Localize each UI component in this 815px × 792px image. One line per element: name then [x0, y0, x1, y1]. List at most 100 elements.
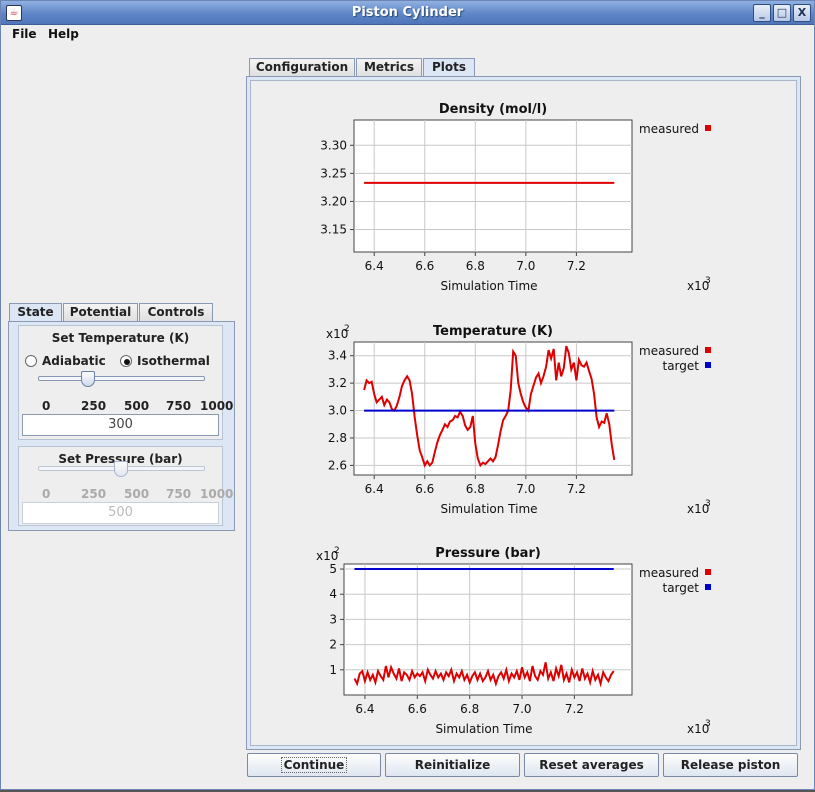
chart0-tick-label-y: 3.30 — [320, 138, 347, 152]
tick-label: 750 — [166, 487, 192, 501]
continue-label: Continue — [280, 757, 348, 773]
chart0-title: Density (mol/l) — [439, 102, 547, 117]
close-button[interactable]: X — [793, 4, 811, 22]
chart1-tick-label-x: 6.4 — [365, 482, 384, 496]
adiabatic-radio[interactable]: Adiabatic — [25, 354, 106, 368]
chart1-tick-label-y: 2.6 — [328, 458, 347, 472]
tick-label: 750 — [166, 399, 192, 413]
app-window: ☕ Piston Cylinder _ □ X File Help State … — [0, 0, 815, 790]
title-bar[interactable]: ☕ Piston Cylinder _ □ X — [1, 1, 814, 25]
plots-canvas: Density (mol/l) 6.4 6.6 6.8 7.0 7.2 3.15 3.20 3.… — [316, 102, 711, 736]
radio-unselected-icon — [25, 355, 37, 367]
pressure-slider-labels: 0 250 500 750 1000 — [27, 487, 233, 501]
adiabatic-label: Adiabatic — [42, 354, 106, 368]
chart2-tick-label-x: 6.4 — [355, 702, 374, 716]
chart0-tick-label-x: 6.4 — [365, 259, 384, 273]
plots-area: Density (mol/l) 6.4 6.6 6.8 7.0 7.2 3.15 3.20 3.… — [250, 80, 797, 746]
reset-averages-button[interactable]: Reset averages — [524, 753, 659, 777]
chart1-legend-swatch — [705, 347, 711, 353]
chart0-tick-label-x: 7.2 — [567, 259, 586, 273]
chart1-title: Temperature (K) — [433, 324, 553, 339]
chart2-tick-label-x: 6.8 — [460, 702, 479, 716]
chart2-legend-label: measured — [639, 566, 699, 580]
chart2-title: Pressure (bar) — [435, 546, 541, 561]
tab-metrics[interactable]: Metrics — [356, 58, 422, 77]
tick-label: 0 — [42, 487, 51, 501]
temperature-slider-thumb[interactable] — [81, 371, 95, 387]
chart1-tick-label-y: 3.0 — [328, 404, 347, 418]
chart1-tick-label-x: 6.6 — [415, 482, 434, 496]
chart0-tick-label-x: 6.8 — [466, 259, 485, 273]
chart1-tick-label-x: 7.2 — [567, 482, 586, 496]
chart0-xlabel: Simulation Time — [440, 279, 537, 293]
chart1-tick-label-y: 2.8 — [328, 431, 347, 445]
temperature-value-field[interactable]: 300 — [22, 414, 219, 436]
plots-panel: Density (mol/l) 6.4 6.6 6.8 7.0 7.2 3.15 3.20 3.… — [246, 76, 801, 750]
isothermal-radio[interactable]: Isothermal — [120, 354, 210, 368]
chart2-tick-label-y: 2 — [329, 638, 337, 652]
chart1-tick-label-y: 3.4 — [328, 349, 347, 363]
reinitialize-button[interactable]: Reinitialize — [385, 753, 520, 777]
chart0-plot-area — [353, 119, 633, 253]
chart1-tick-label-x: 6.8 — [466, 482, 485, 496]
chart2-legend-label: target — [663, 581, 700, 595]
chart0-legend-swatch — [705, 125, 711, 131]
tick-label: 0 — [42, 399, 51, 413]
menu-help[interactable]: Help — [48, 27, 79, 41]
radio-selected-icon — [120, 355, 132, 367]
chart1-legend-label: target — [663, 359, 700, 373]
chart0-tick-label-x: 7.0 — [516, 259, 535, 273]
chart2-y-multiplier-exp: 2 — [334, 546, 340, 556]
set-temperature-title: Set Temperature (K) — [51, 331, 190, 345]
chart0-legend-label: measured — [639, 122, 699, 136]
chart2-tick-label-y: 5 — [329, 562, 337, 576]
chart1-legend-swatch — [705, 362, 711, 368]
chart1-xlabel: Simulation Time — [440, 502, 537, 516]
chart2-xlabel: Simulation Time — [435, 722, 532, 736]
chart2-tick-label-y: 4 — [329, 587, 337, 601]
chart2-legend-swatch — [705, 569, 711, 575]
release-piston-button[interactable]: Release piston — [663, 753, 798, 777]
continue-button[interactable]: Continue — [247, 753, 381, 777]
isothermal-label: Isothermal — [137, 354, 210, 368]
menu-file[interactable]: File — [12, 27, 37, 41]
chart2-tick-label-y: 1 — [329, 663, 337, 677]
set-temperature-group: Set Temperature (K) Adiabatic Isothermal… — [18, 325, 233, 440]
tick-label: 500 — [124, 487, 150, 501]
chart1-legend-label: measured — [639, 344, 699, 358]
tab-state[interactable]: State — [9, 303, 62, 323]
set-pressure-group: Set Pressure (bar) 0 250 500 750 1000 50… — [18, 446, 233, 526]
chart2-tick-label-x: 6.6 — [408, 702, 427, 716]
tick-label: 1000 — [200, 399, 234, 413]
chart1-tick-label-y: 3.2 — [328, 376, 347, 390]
chart0-tick-label-y: 3.15 — [320, 223, 347, 237]
tick-label: 250 — [81, 399, 107, 413]
minimize-button[interactable]: _ — [753, 4, 771, 22]
chart2-legend-swatch — [705, 584, 711, 590]
chart2-tick-label-y: 3 — [329, 612, 337, 626]
chart0-x-multiplier-exp: 3 — [705, 276, 711, 286]
tab-configuration[interactable]: Configuration — [249, 58, 355, 77]
temperature-slider-track[interactable] — [38, 376, 205, 381]
chart0-tick-label-y: 3.25 — [320, 166, 347, 180]
tick-label: 250 — [81, 487, 107, 501]
tab-potential[interactable]: Potential — [63, 303, 138, 322]
chart1-tick-label-x: 7.0 — [516, 482, 535, 496]
chart2-tick-label-x: 7.2 — [565, 702, 584, 716]
maximize-button[interactable]: □ — [773, 4, 791, 22]
menu-bar: File Help — [1, 25, 814, 45]
state-panel: Set Temperature (K) Adiabatic Isothermal… — [8, 321, 235, 531]
chart2-x-multiplier-exp: 3 — [705, 719, 711, 729]
tab-plots[interactable]: Plots — [423, 58, 475, 78]
temperature-slider-labels: 0 250 500 750 1000 — [27, 399, 233, 413]
pressure-value-field[interactable]: 500 — [22, 502, 219, 524]
tab-controls[interactable]: Controls — [139, 303, 213, 322]
chart0-tick-label-x: 6.6 — [415, 259, 434, 273]
tick-label: 1000 — [200, 487, 234, 501]
chart0-tick-label-y: 3.20 — [320, 194, 347, 208]
chart1-y-multiplier-exp: 2 — [344, 324, 350, 334]
window-title: Piston Cylinder — [351, 5, 464, 20]
pressure-slider-thumb[interactable] — [114, 461, 128, 477]
chart1-x-multiplier-exp: 3 — [705, 499, 711, 509]
tick-label: 500 — [124, 399, 150, 413]
